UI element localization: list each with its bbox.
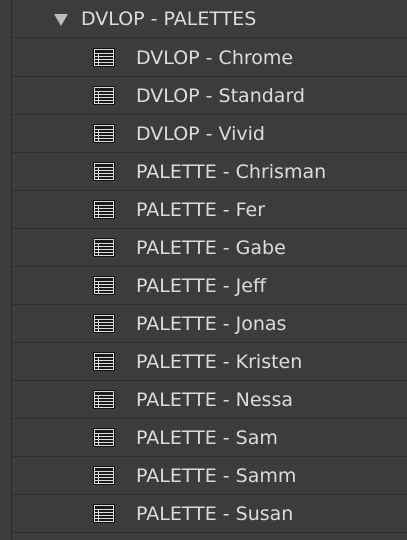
preset-folder-dvlop-palettes[interactable]: DVLOP - PALETTES (12, 0, 407, 38)
preset-icon (93, 200, 115, 219)
preset-item[interactable]: PALETTE - Samm (12, 457, 407, 495)
preset-icon (93, 276, 115, 295)
preset-label: DVLOP - Vivid (136, 123, 265, 145)
preset-label: PALETTE - Kristen (136, 351, 303, 373)
preset-label: PALETTE - Susan (136, 503, 294, 525)
preset-icon (93, 86, 115, 105)
preset-item[interactable]: PALETTE - Chrisman (12, 153, 407, 191)
preset-label: PALETTE - Jonas (136, 313, 287, 335)
preset-icon (93, 124, 115, 143)
preset-label: PALETTE - Sam (136, 427, 278, 449)
presets-panel: DVLOP - PALETTES DVLOP - Chrome DVLOP - … (0, 0, 407, 540)
preset-icon (93, 48, 115, 67)
preset-item[interactable]: PALETTE - Nessa (12, 381, 407, 419)
preset-item[interactable]: PALETTE - Gabe (12, 229, 407, 267)
preset-item[interactable]: DVLOP - Vivid (12, 115, 407, 153)
preset-item[interactable]: PALETTE - Fer (12, 191, 407, 229)
preset-icon (93, 162, 115, 181)
preset-label: PALETTE - Gabe (136, 237, 286, 259)
preset-icon (93, 352, 115, 371)
preset-item[interactable]: PALETTE - Jonas (12, 305, 407, 343)
preset-label: PALETTE - Fer (136, 199, 266, 221)
preset-icon (93, 390, 115, 409)
preset-item[interactable]: PALETTE - Susan (12, 495, 407, 533)
preset-label: PALETTE - Chrisman (136, 161, 327, 183)
preset-label: PALETTE - Nessa (136, 389, 293, 411)
preset-icon (93, 466, 115, 485)
preset-item[interactable]: PALETTE - Jeff (12, 267, 407, 305)
preset-icon (93, 314, 115, 333)
preset-item[interactable]: DVLOP - Chrome (12, 39, 407, 77)
preset-icon (93, 428, 115, 447)
preset-label: PALETTE - Samm (136, 465, 297, 487)
preset-label: DVLOP - Standard (136, 85, 305, 107)
preset-icon (93, 504, 115, 523)
preset-item[interactable]: PALETTE - Sam (12, 419, 407, 457)
preset-icon (93, 238, 115, 257)
preset-item[interactable]: PALETTE - Kristen (12, 343, 407, 381)
preset-label: PALETTE - Jeff (136, 275, 267, 297)
folder-label: DVLOP - PALETTES (81, 8, 257, 30)
preset-list: DVLOP - Chrome DVLOP - Standard DVLOP - … (12, 39, 407, 533)
triangle-down-icon[interactable] (54, 14, 68, 26)
preset-label: DVLOP - Chrome (136, 47, 294, 69)
preset-item[interactable]: DVLOP - Standard (12, 77, 407, 115)
